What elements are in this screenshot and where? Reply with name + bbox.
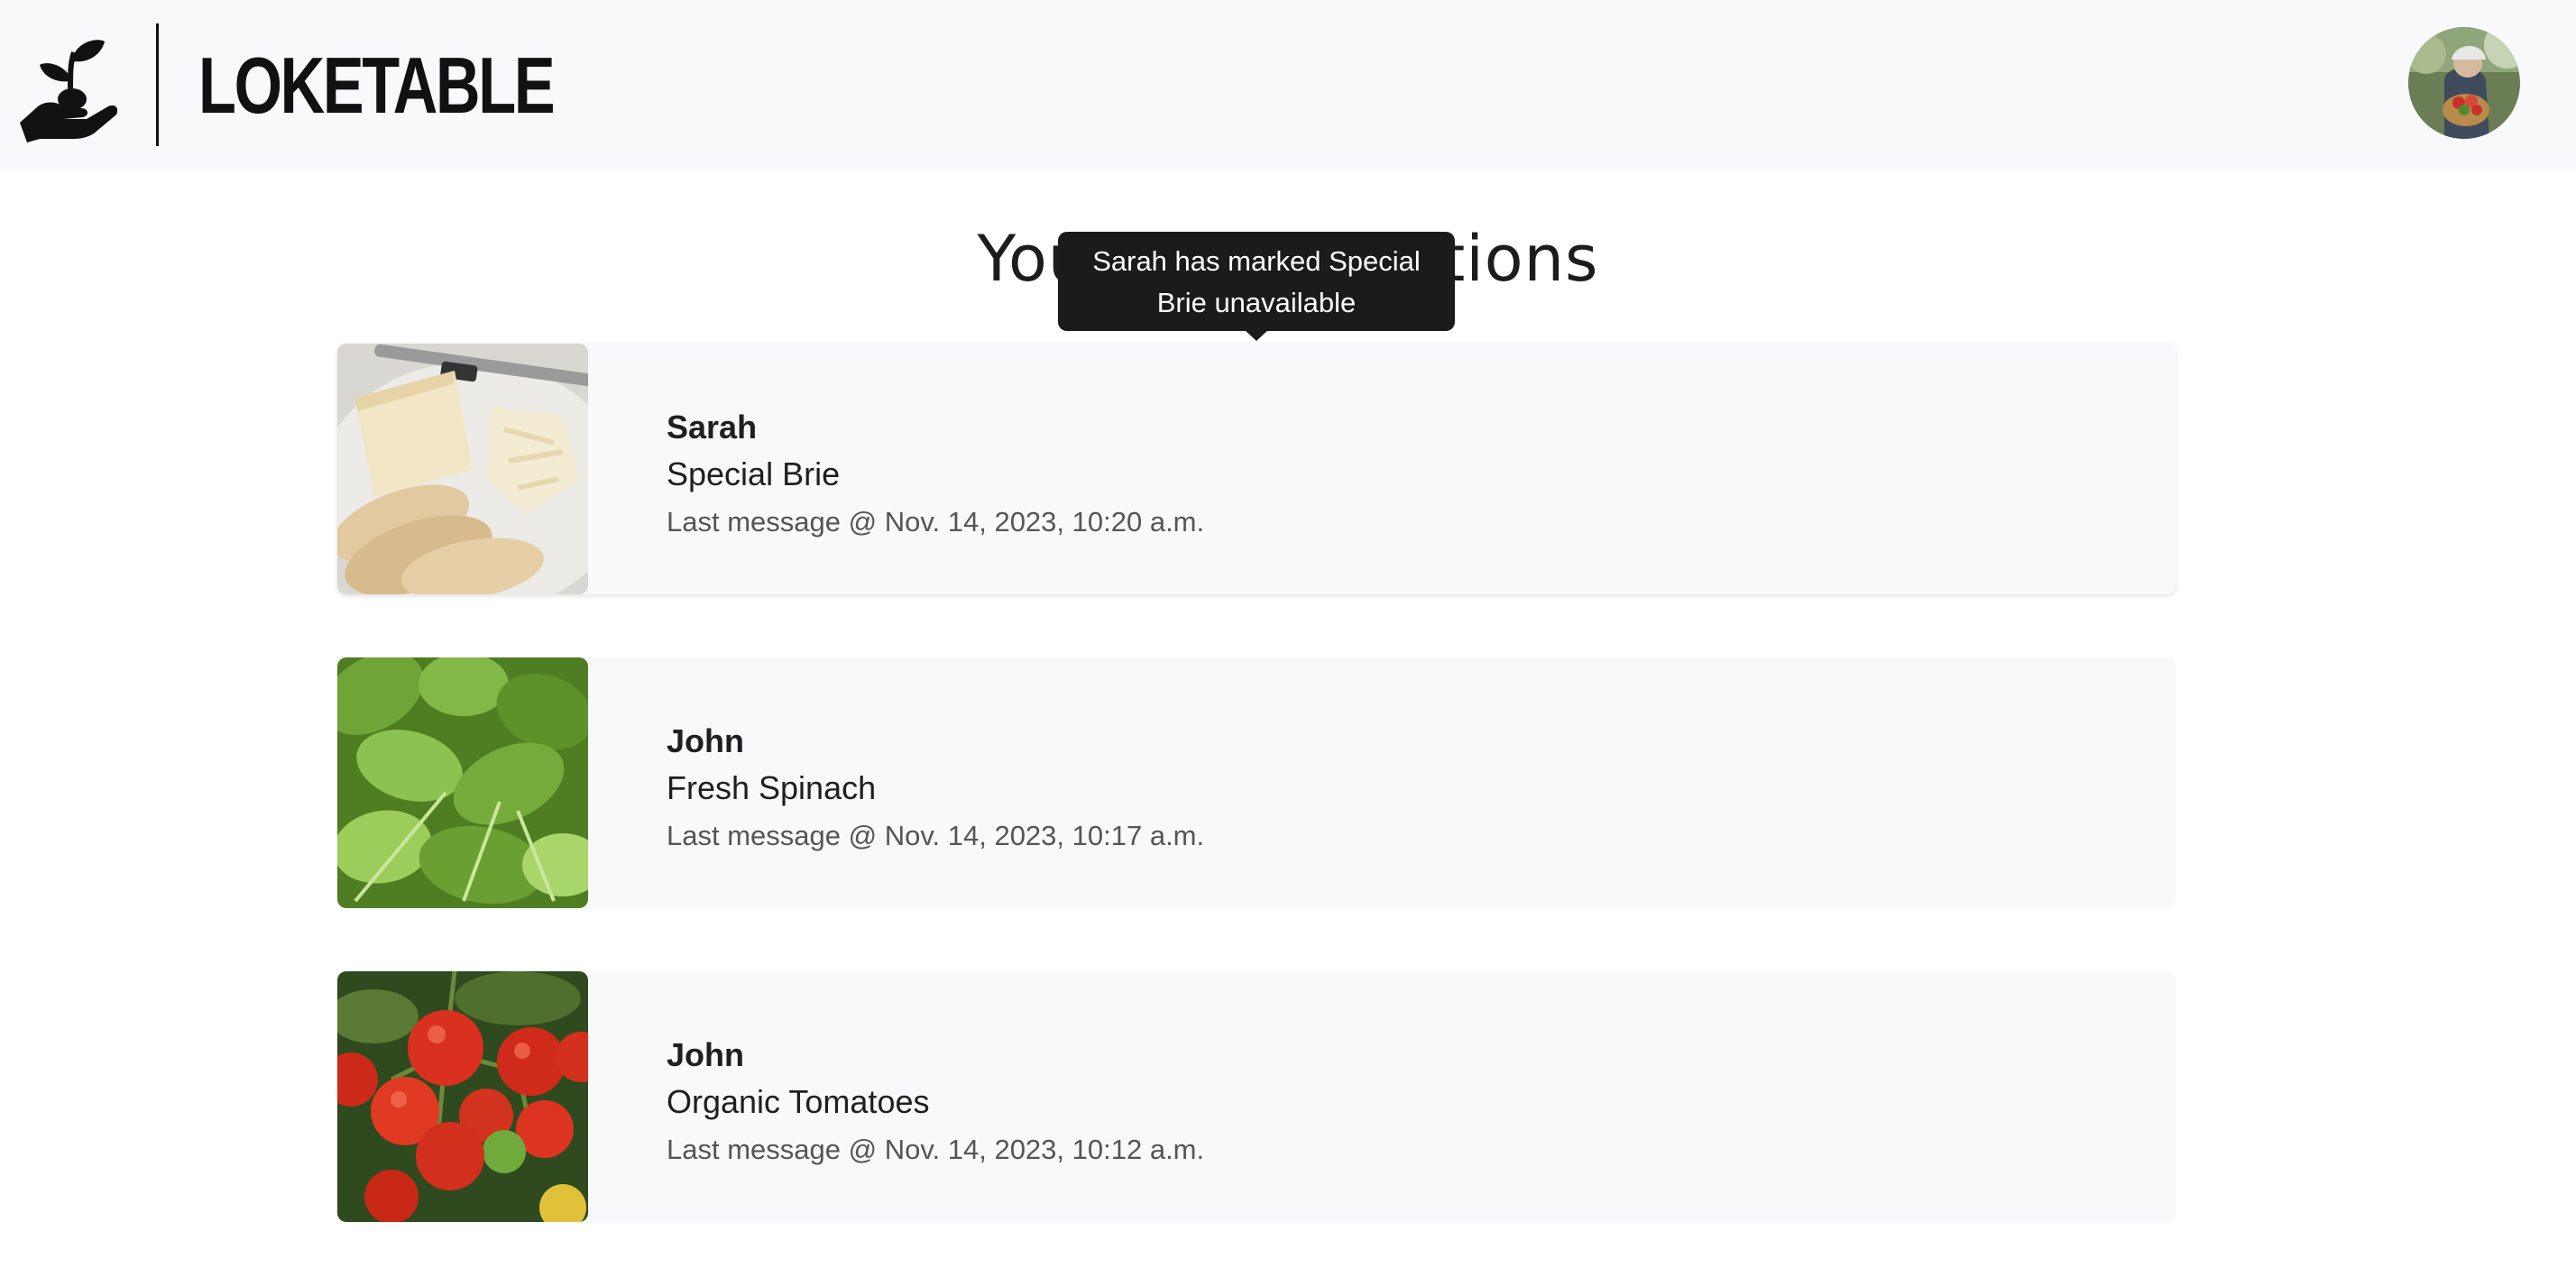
hand-sprout-icon[interactable] bbox=[18, 36, 118, 144]
conversation-contact-name: John bbox=[667, 1036, 744, 1073]
conversation-contact-name: John bbox=[667, 722, 744, 759]
conversation-card[interactable]: Sarah Special Brie Last message @ Nov. 1… bbox=[337, 344, 2176, 594]
conversation-card[interactable]: John Organic Tomatoes Last message @ Nov… bbox=[337, 971, 2176, 1222]
conversation-last-message: Last message @ Nov. 14, 2023, 10:12 a.m. bbox=[667, 1134, 1205, 1165]
logo-divider bbox=[156, 23, 159, 146]
top-header: LOKETABLE bbox=[0, 0, 2576, 171]
tooltip: Sarah has marked Special Brie unavailabl… bbox=[1058, 232, 1455, 331]
brand-name[interactable]: LOKETABLE bbox=[198, 36, 556, 135]
tooltip-line-2: Brie unavailable bbox=[1156, 287, 1357, 318]
conversation-last-message: Last message @ Nov. 14, 2023, 10:20 a.m. bbox=[667, 506, 1205, 538]
conversation-last-message: Last message @ Nov. 14, 2023, 10:17 a.m. bbox=[667, 820, 1205, 851]
tooltip-line-1: Sarah has marked Special bbox=[1092, 245, 1421, 277]
conversation-item-name: Special Brie bbox=[667, 455, 841, 492]
conversation-contact-name: Sarah bbox=[667, 409, 758, 446]
spinach-photo bbox=[337, 657, 588, 908]
tooltip-arrow bbox=[1245, 330, 1268, 341]
tomatoes-photo bbox=[337, 971, 588, 1222]
conversation-card[interactable]: John Fresh Spinach Last message @ Nov. 1… bbox=[337, 657, 2176, 908]
conversation-item-name: Organic Tomatoes bbox=[667, 1083, 930, 1120]
user-avatar[interactable] bbox=[2408, 27, 2520, 139]
conversation-item-name: Fresh Spinach bbox=[667, 769, 877, 806]
brie-cheese-photo bbox=[337, 344, 588, 594]
